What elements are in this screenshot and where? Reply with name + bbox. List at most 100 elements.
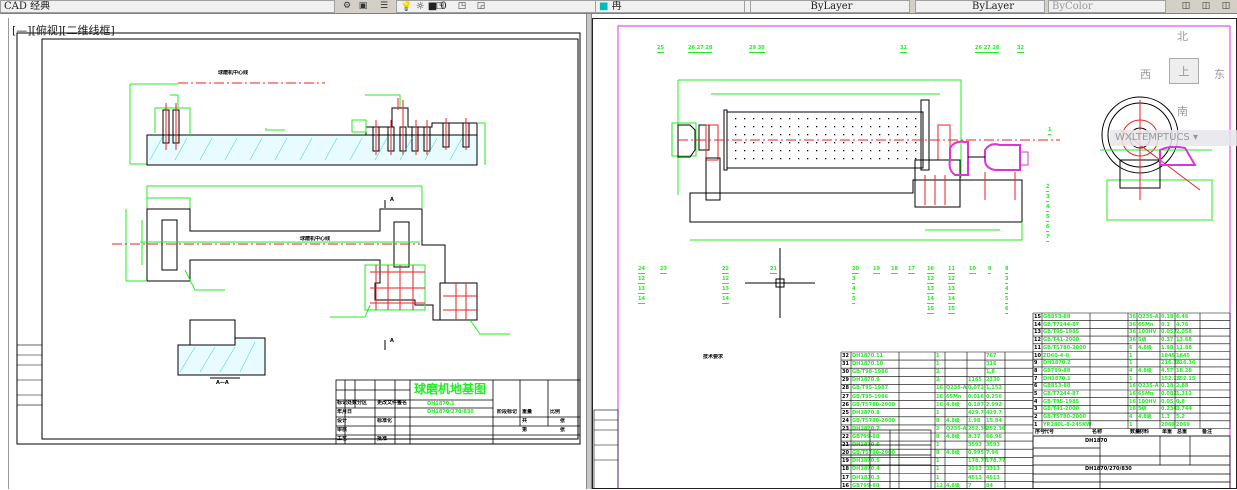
shell-liner-dot	[834, 142, 836, 144]
shell-liner-dot	[744, 126, 746, 128]
shell-liner-dot	[762, 158, 764, 160]
shell-liner-dot	[789, 142, 791, 144]
cad-drawing	[16, 25, 1231, 489]
viewcube-east[interactable]: 东	[1214, 66, 1225, 82]
shell-liner-dot	[762, 126, 764, 128]
shell-liner-dot	[735, 134, 737, 136]
shell-liner-dot	[744, 142, 746, 144]
shell-liner-dot	[834, 158, 836, 160]
shell-liner-dot	[861, 142, 863, 144]
shell-liner-dot	[852, 118, 854, 120]
shell-liner-dot	[807, 142, 809, 144]
shell-liner-dot	[870, 126, 872, 128]
shell-liner-dot	[753, 134, 755, 136]
shell-liner-dot	[852, 142, 854, 144]
shell-liner-dot	[915, 118, 917, 120]
shell-liner-dot	[825, 158, 827, 160]
shell-liner-dot	[807, 134, 809, 136]
foundation-plan	[112, 185, 510, 350]
shell-liner-dot	[798, 118, 800, 120]
shell-liner-dot	[816, 126, 818, 128]
left-sheet-frame	[16, 32, 581, 445]
shell-liner-dot	[816, 134, 818, 136]
shell-liner-dot	[915, 142, 917, 144]
shell-liner-dot	[897, 158, 899, 160]
left-title-block	[335, 379, 581, 445]
parts-list-grid	[840, 312, 1231, 489]
shell-liner-dot	[825, 118, 827, 120]
shell-liner-dot	[753, 142, 755, 144]
shell-liner-dot	[915, 158, 917, 160]
shell-liner-dot	[789, 118, 791, 120]
shell-liner-dot	[825, 142, 827, 144]
shell-liner-dot	[861, 118, 863, 120]
foundation-elevation	[129, 82, 486, 166]
shell-liner-dot	[780, 134, 782, 136]
shell-liner-dot	[735, 150, 737, 152]
viewcube-north[interactable]: 北	[1177, 28, 1188, 44]
shell-liner-dot	[870, 134, 872, 136]
mill-dots	[735, 118, 917, 160]
shell-liner-dot	[798, 134, 800, 136]
shell-liner-dot	[762, 150, 764, 152]
shell-liner-dot	[879, 150, 881, 152]
shell-liner-dot	[897, 134, 899, 136]
shell-liner-dot	[825, 126, 827, 128]
ucs-menu[interactable]: WXLTEMPTUCS ▾	[1110, 130, 1237, 146]
shell-liner-dot	[816, 142, 818, 144]
viewcube-top-face[interactable]: 上	[1169, 58, 1199, 84]
shell-liner-dot	[744, 134, 746, 136]
shell-liner-dot	[906, 134, 908, 136]
shell-liner-dot	[906, 150, 908, 152]
shell-liner-dot	[852, 134, 854, 136]
shell-liner-dot	[834, 134, 836, 136]
shell-liner-dot	[861, 158, 863, 160]
shell-liner-dot	[744, 118, 746, 120]
shell-liner-dot	[807, 150, 809, 152]
viewport-controls-label[interactable]: [—][俯视][二维线框]	[12, 22, 115, 38]
shell-liner-dot	[744, 150, 746, 152]
shell-liner-dot	[888, 142, 890, 144]
shell-liner-dot	[897, 118, 899, 120]
shell-liner-dot	[861, 134, 863, 136]
shell-liner-dot	[834, 118, 836, 120]
shell-liner-dot	[807, 118, 809, 120]
shell-liner-dot	[762, 134, 764, 136]
shell-liner-dot	[789, 150, 791, 152]
shell-liner-dot	[879, 134, 881, 136]
shell-liner-dot	[843, 134, 845, 136]
shell-liner-dot	[870, 118, 872, 120]
ball-mill-elevation	[671, 79, 1060, 241]
right-title-block	[840, 429, 1231, 489]
shell-liner-dot	[798, 142, 800, 144]
shell-liner-dot	[762, 118, 764, 120]
shell-liner-dot	[888, 118, 890, 120]
shell-liner-dot	[780, 126, 782, 128]
shell-liner-dot	[852, 158, 854, 160]
shell-liner-dot	[852, 150, 854, 152]
shell-liner-dot	[780, 118, 782, 120]
shell-liner-dot	[789, 126, 791, 128]
shell-liner-dot	[825, 134, 827, 136]
shell-liner-dot	[861, 126, 863, 128]
shell-liner-dot	[771, 158, 773, 160]
shell-liner-dot	[753, 158, 755, 160]
shell-liner-dot	[888, 126, 890, 128]
shell-liner-dot	[870, 150, 872, 152]
shell-liner-dot	[780, 150, 782, 152]
shell-liner-dot	[915, 126, 917, 128]
left-side-table	[16, 344, 43, 406]
shell-liner-dot	[816, 150, 818, 152]
shell-liner-dot	[753, 150, 755, 152]
shell-liner-dot	[798, 158, 800, 160]
shell-liner-dot	[888, 150, 890, 152]
viewcube-west[interactable]: 西	[1140, 66, 1151, 82]
shell-liner-dot	[843, 118, 845, 120]
shell-liner-dot	[843, 126, 845, 128]
shell-liner-dot	[780, 142, 782, 144]
viewcube-south[interactable]: 南	[1177, 103, 1188, 119]
left-margin-table	[593, 409, 619, 489]
shell-liner-dot	[852, 126, 854, 128]
shell-liner-dot	[807, 158, 809, 160]
shell-liner-dot	[771, 150, 773, 152]
